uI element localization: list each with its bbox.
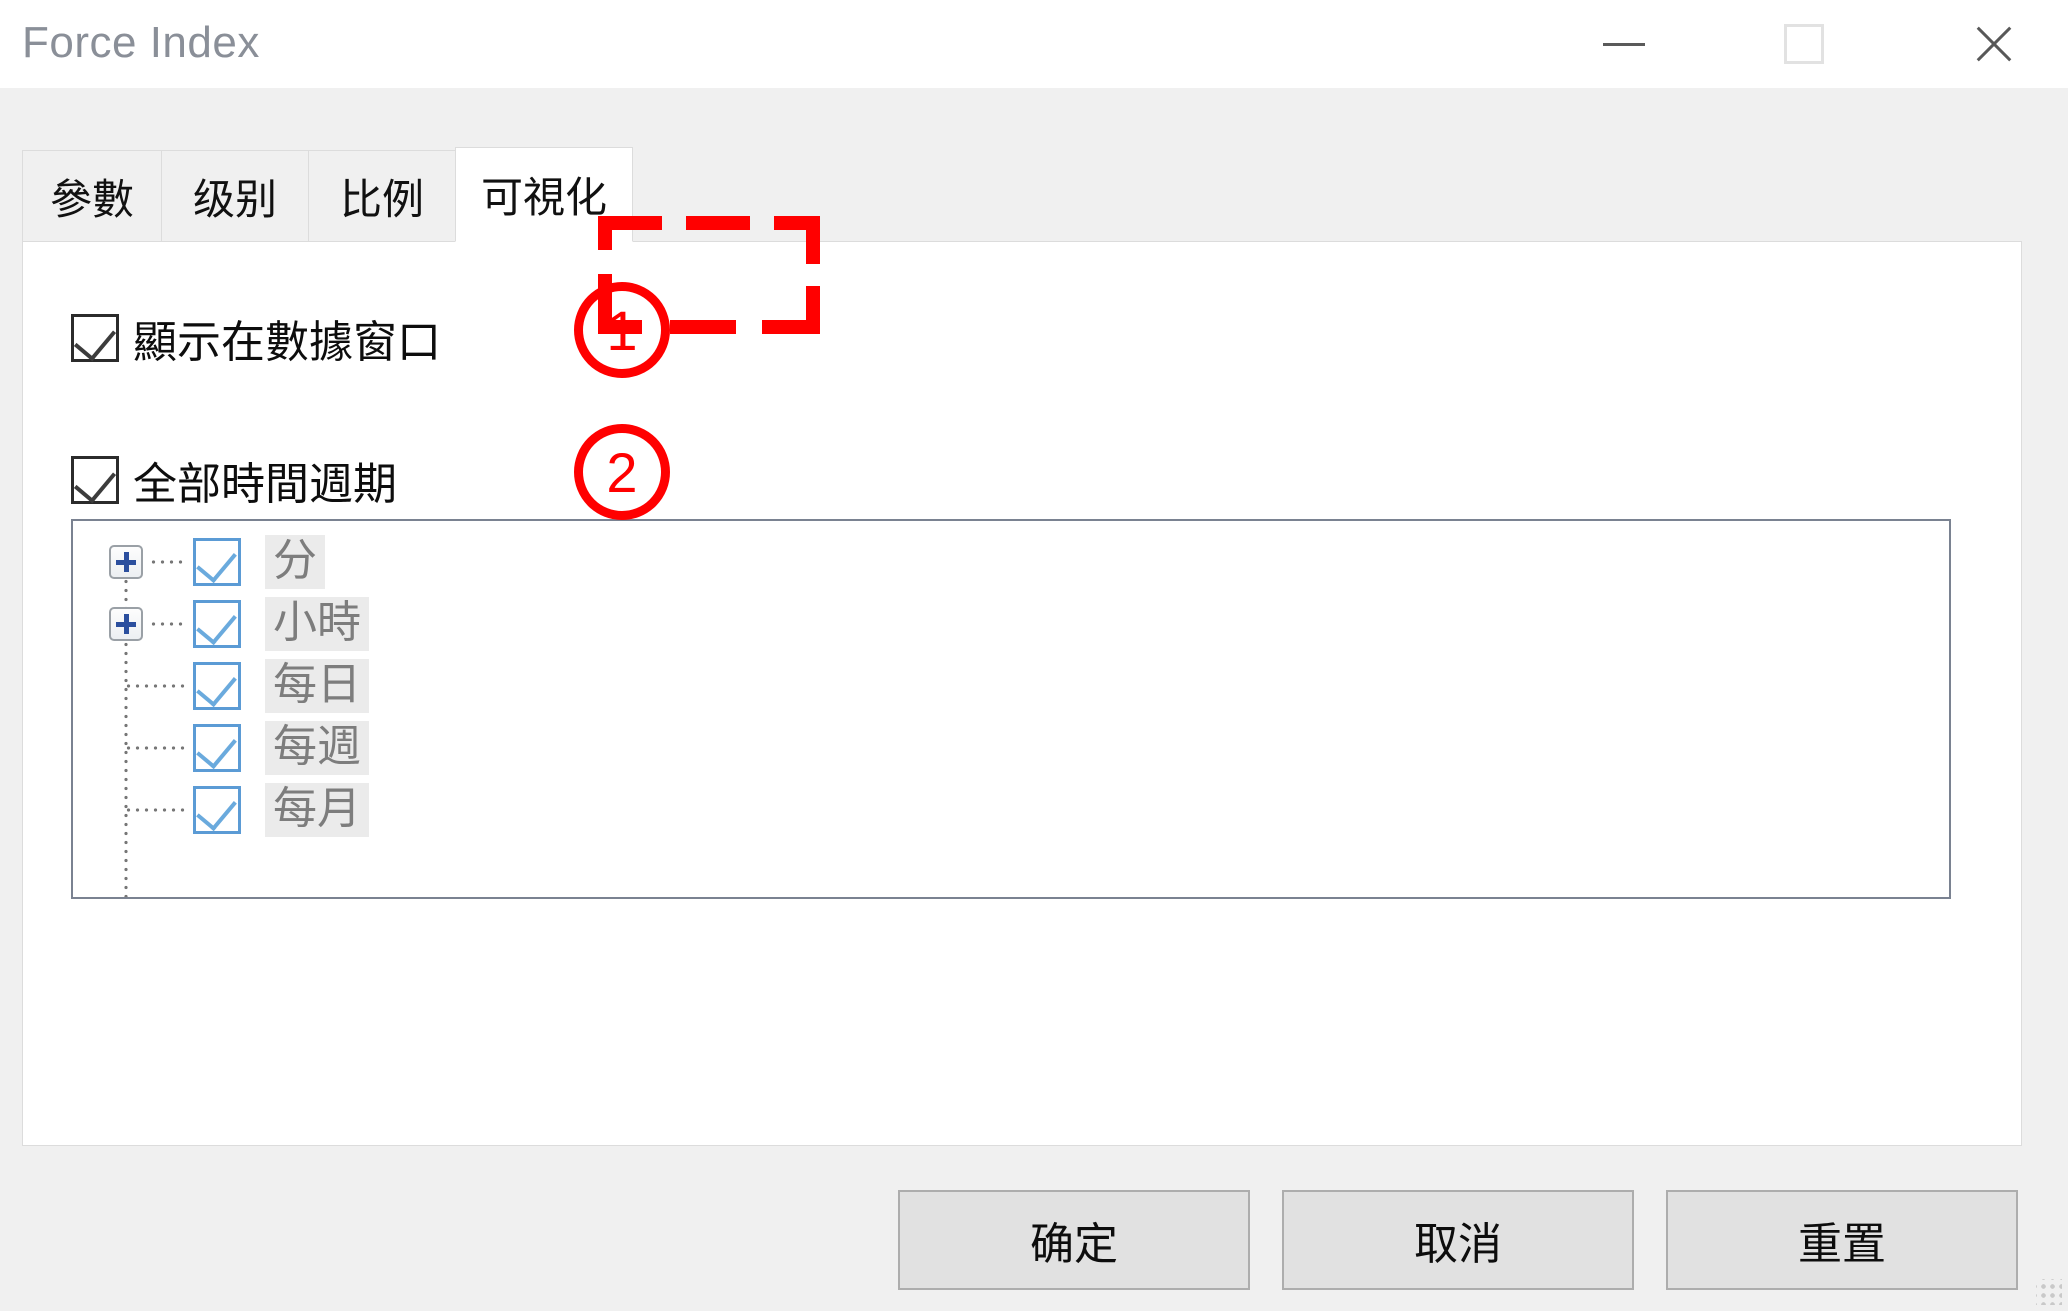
checkbox-label: 顯示在數據窗口 (133, 318, 441, 367)
minimize-button[interactable] (1568, 0, 1680, 88)
ok-button[interactable]: 确定 (898, 1190, 1250, 1290)
checkbox-show-in-data-window[interactable]: 顯示在數據窗口 (71, 306, 441, 370)
checkbox-label: 全部時間週期 (133, 460, 397, 509)
title-bar: Force Index (0, 0, 2068, 88)
check-icon (73, 317, 117, 362)
annotation-number: 1 (606, 298, 638, 362)
annotation-circle-2: 2 (574, 424, 670, 520)
checkbox-all-timeframes[interactable]: 全部時間週期 (71, 448, 397, 512)
tree-item-label: 分 (265, 535, 325, 589)
tree-branch-dots (124, 808, 186, 812)
tree-item-label: 小時 (265, 597, 369, 651)
check-icon (196, 788, 237, 832)
reset-button[interactable]: 重置 (1666, 1190, 2018, 1290)
visualization-panel: 顯示在數據窗口 全部時間週期 1 2 分 小時 每日 每週 每月 (22, 241, 2022, 1146)
tree-item-label: 每日 (265, 659, 369, 713)
check-icon (196, 540, 237, 584)
check-icon (73, 459, 117, 504)
tab-parameters[interactable]: 參數 (22, 150, 162, 242)
button-label: 确定 (1030, 1220, 1118, 1269)
tree-item-label: 每月 (265, 783, 369, 837)
maximize-icon (1784, 24, 1824, 64)
tree-row[interactable]: 小時 (73, 593, 1949, 655)
dialog-content: 參數 级别 比例 可視化 顯示在數據窗口 全部時間週期 1 2 分 小時 每日 … (0, 88, 2068, 1311)
tab-levels[interactable]: 级别 (161, 150, 309, 242)
expand-plus-icon[interactable] (109, 545, 143, 579)
tree-row[interactable]: 每月 (73, 779, 1949, 841)
dialog-window: Force Index 參數 级别 比例 可視化 顯示在數據窗口 全部時間週期 … (0, 0, 2068, 1311)
timeframe-tree[interactable]: 分 小時 每日 每週 每月 (71, 519, 1951, 899)
expand-plus-icon[interactable] (109, 607, 143, 641)
checkbox-box[interactable] (71, 456, 119, 504)
minimize-icon (1603, 42, 1645, 46)
maximize-button[interactable] (1748, 0, 1860, 88)
check-icon (196, 726, 237, 770)
checkbox-box[interactable] (71, 314, 119, 362)
tab-scale[interactable]: 比例 (308, 150, 456, 242)
tree-branch-dots (149, 560, 185, 564)
check-icon (196, 602, 237, 646)
tab-label: 可視化 (480, 174, 607, 221)
window-title: Force Index (22, 18, 260, 67)
tab-label: 比例 (339, 175, 424, 223)
tree-checkbox[interactable] (193, 724, 241, 772)
close-button[interactable] (1938, 0, 2050, 88)
tab-label: 级别 (192, 175, 277, 223)
annotation-circle-1: 1 (574, 282, 670, 378)
resize-grip[interactable] (2036, 1279, 2062, 1305)
tree-branch-dots (149, 622, 185, 626)
cancel-button[interactable]: 取消 (1282, 1190, 1634, 1290)
button-label: 取消 (1414, 1220, 1502, 1269)
tab-label: 參數 (49, 175, 134, 223)
tree-checkbox[interactable] (193, 662, 241, 710)
tree-row[interactable]: 每日 (73, 655, 1949, 717)
tree-item-label: 每週 (265, 721, 369, 775)
tab-visualization[interactable]: 可視化 (455, 147, 633, 242)
tree-branch-dots (124, 746, 186, 750)
tree-branch-dots (124, 684, 186, 688)
close-icon (1971, 21, 2017, 67)
check-icon (196, 664, 237, 708)
annotation-number: 2 (606, 440, 638, 504)
tree-checkbox[interactable] (193, 600, 241, 648)
tree-row[interactable]: 分 (73, 531, 1949, 593)
tree-row[interactable]: 每週 (73, 717, 1949, 779)
tree-checkbox[interactable] (193, 786, 241, 834)
tree-checkbox[interactable] (193, 538, 241, 586)
button-label: 重置 (1798, 1220, 1886, 1269)
